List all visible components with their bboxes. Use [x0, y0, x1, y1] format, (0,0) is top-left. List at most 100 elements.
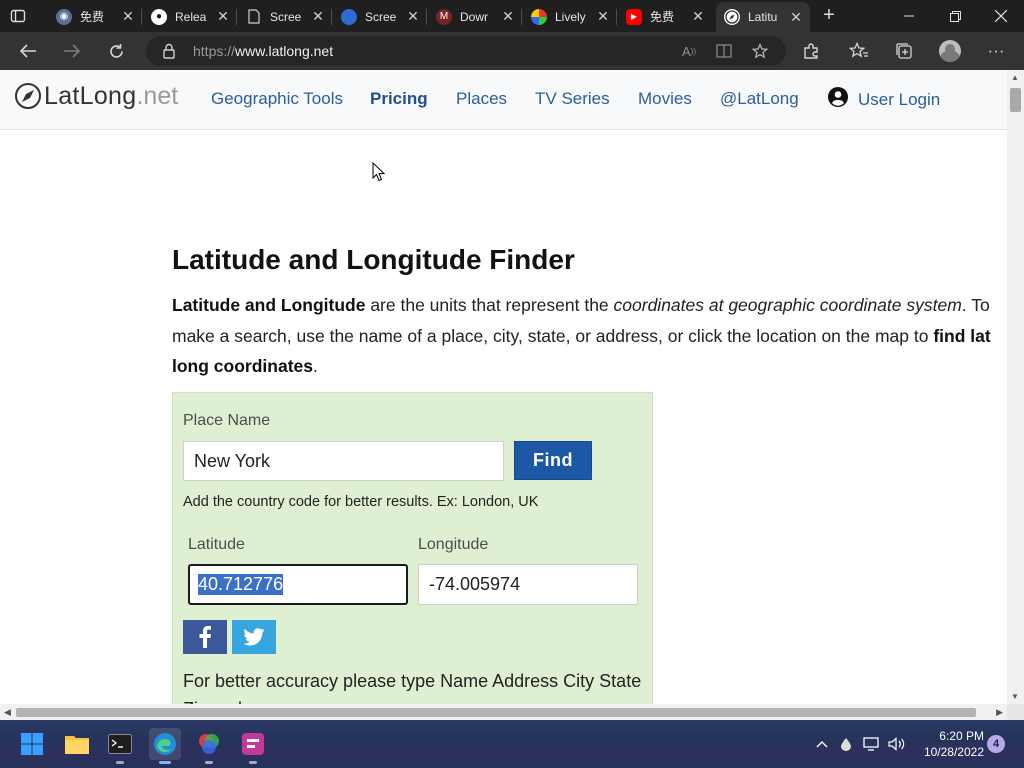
screenshot-tool-icon: [341, 8, 357, 25]
tab-label: Dowr: [460, 9, 489, 24]
tab-close-icon[interactable]: ✕: [310, 8, 326, 25]
tab-label: 免费: [80, 10, 105, 24]
collections-icon[interactable]: [893, 40, 915, 62]
tab-label: Scree: [270, 9, 302, 24]
url-host: www.latlong.net: [235, 43, 334, 59]
find-button[interactable]: Find: [514, 441, 592, 480]
media-app-icon[interactable]: [237, 728, 269, 764]
nav-user-login[interactable]: User Login: [858, 90, 940, 110]
back-icon[interactable]: [17, 40, 39, 62]
edge-browser-icon[interactable]: [149, 728, 181, 764]
read-aloud-icon[interactable]: A)): [680, 42, 698, 60]
minimize-icon[interactable]: [886, 0, 932, 32]
browser-toolbar: https://www.latlong.net A)) ···: [0, 32, 1024, 70]
droplet-tray-icon[interactable]: [836, 734, 856, 754]
page-horizontal-scrollbar[interactable]: ◀ ▶: [0, 704, 1007, 720]
nav-latlong-twitter[interactable]: @LatLong: [720, 89, 799, 109]
tab-label: Scree: [365, 9, 397, 24]
tab-actions-icon[interactable]: [10, 8, 26, 24]
twitter-icon: [243, 628, 265, 646]
youtube-icon: ▶: [626, 8, 642, 25]
scroll-down-icon[interactable]: ▼: [1011, 692, 1019, 701]
notification-badge[interactable]: 4: [987, 735, 1005, 753]
tab-close-icon[interactable]: ✕: [690, 8, 706, 25]
logo-tld: .net: [136, 81, 179, 110]
terminal-icon[interactable]: [104, 728, 136, 764]
tab-close-icon[interactable]: ✕: [788, 9, 804, 26]
restore-icon[interactable]: [932, 0, 978, 32]
tab-label: Latitu: [748, 10, 778, 24]
browser-tab[interactable]: ● Relea ✕: [143, 3, 237, 30]
immersive-reader-icon[interactable]: [715, 42, 733, 60]
browser-tab[interactable]: M Dowr ✕: [428, 3, 522, 30]
tab-close-icon[interactable]: ✕: [500, 8, 516, 25]
nav-places[interactable]: Places: [456, 89, 507, 109]
latitude-value: 40.712776: [198, 574, 284, 595]
running-indicator: [205, 761, 213, 764]
user-icon[interactable]: [828, 87, 848, 107]
latitude-field[interactable]: 40.712776: [188, 564, 408, 605]
twitter-share-button[interactable]: [232, 620, 276, 654]
site-logo[interactable]: LatLong .net: [14, 81, 178, 111]
scrollbar-corner: [1007, 704, 1024, 720]
scroll-left-icon[interactable]: ◀: [4, 707, 11, 718]
volume-icon[interactable]: [887, 734, 907, 754]
url-scheme: https://: [193, 43, 236, 59]
refresh-icon[interactable]: [105, 40, 127, 62]
tab-close-icon[interactable]: ✕: [595, 8, 611, 25]
tab-label: Relea: [175, 9, 207, 24]
taskbar-clock[interactable]: 6:20 PM 10/28/2022: [918, 728, 984, 760]
place-name-input[interactable]: New York: [183, 441, 504, 481]
url-text[interactable]: https://www.latlong.net: [193, 43, 333, 59]
intro-italic: coordinates at geographic coordinate sys…: [613, 295, 962, 315]
horizontal-scroll-thumb[interactable]: [16, 708, 976, 717]
logo-name: LatLong: [44, 81, 137, 110]
latlong-finder-form: Place Name New York Find Add the country…: [172, 392, 653, 704]
nav-geographic-tools[interactable]: Geographic Tools: [211, 89, 343, 109]
tab-close-icon[interactable]: ✕: [120, 8, 136, 25]
running-indicator: [116, 761, 124, 764]
scroll-thumb[interactable]: [1010, 88, 1021, 112]
nav-movies[interactable]: Movies: [638, 89, 692, 109]
intro-text: are the units that represent the: [365, 295, 614, 315]
color-app-icon[interactable]: [193, 728, 225, 764]
browser-tab[interactable]: ▶ 免费 ✕: [618, 3, 712, 30]
country-code-hint: Add the country code for better results.…: [183, 494, 539, 510]
close-window-icon[interactable]: [978, 0, 1024, 32]
nav-tv-series[interactable]: TV Series: [535, 89, 610, 109]
facebook-share-button[interactable]: [183, 620, 227, 654]
longitude-label: Longitude: [418, 536, 489, 553]
show-hidden-icons-icon[interactable]: [812, 734, 832, 754]
more-menu-icon[interactable]: ···: [985, 40, 1007, 62]
nav-pricing[interactable]: Pricing: [370, 89, 428, 109]
lock-icon[interactable]: [162, 43, 178, 59]
start-icon[interactable]: [16, 728, 48, 760]
accuracy-note: For better accuracy please type Name Add…: [183, 671, 642, 704]
address-bar[interactable]: https://www.latlong.net A)): [146, 36, 786, 66]
page-title: Latitude and Longitude Finder: [172, 244, 575, 275]
mouse-cursor-icon: [372, 162, 386, 182]
intro-bold-term: Latitude and Longitude: [172, 295, 366, 315]
new-tab-icon[interactable]: +: [818, 5, 840, 27]
compass-logo-icon: [15, 83, 41, 109]
browser-tab[interactable]: Lively ✕: [523, 3, 617, 30]
profile-avatar[interactable]: [939, 40, 961, 62]
tab-label: Lively: [555, 9, 586, 24]
browser-tab[interactable]: Scree ✕: [238, 3, 332, 30]
network-icon[interactable]: [862, 734, 882, 754]
tab-close-icon[interactable]: ✕: [405, 8, 421, 25]
browser-tab-active[interactable]: Latitu ✕: [716, 2, 810, 32]
scroll-right-icon[interactable]: ▶: [996, 707, 1003, 718]
browser-tab[interactable]: Scree ✕: [333, 3, 427, 30]
browser-tab[interactable]: ◉ 免费 ✕: [48, 3, 142, 30]
tab-close-icon[interactable]: ✕: [215, 8, 231, 25]
favorites-icon[interactable]: [848, 40, 870, 62]
longitude-field[interactable]: -74.005974: [418, 564, 638, 605]
page-vertical-scrollbar[interactable]: ▲ ▼: [1007, 70, 1024, 704]
extensions-icon[interactable]: [800, 40, 822, 62]
forward-icon[interactable]: [61, 40, 83, 62]
tab-label: 免费: [650, 10, 675, 24]
add-favorite-icon[interactable]: [751, 42, 769, 60]
scroll-up-icon[interactable]: ▲: [1011, 73, 1019, 82]
file-explorer-icon[interactable]: [61, 728, 93, 760]
